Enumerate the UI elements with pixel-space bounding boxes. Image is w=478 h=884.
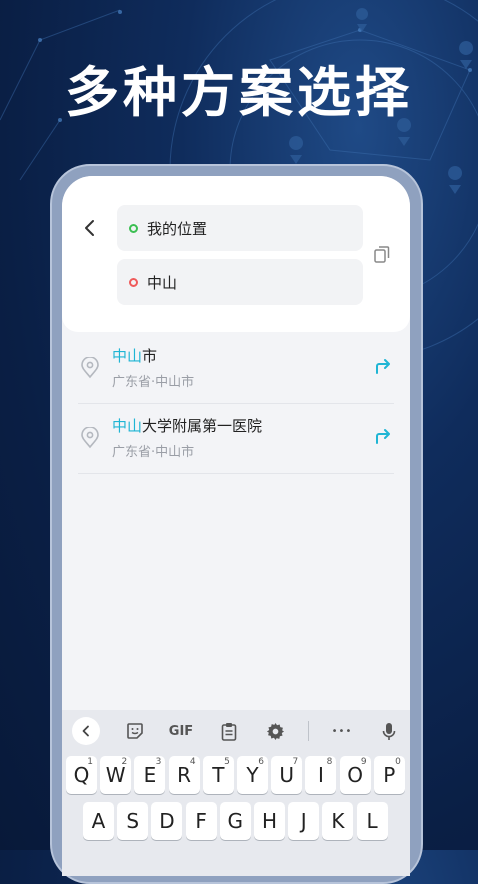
key-label: D <box>159 809 175 833</box>
key-j[interactable]: J <box>288 802 320 840</box>
key-r[interactable]: R4 <box>168 756 200 794</box>
chevron-left-icon <box>82 725 89 737</box>
key-g[interactable]: G <box>219 802 251 840</box>
key-k[interactable]: K <box>322 802 354 840</box>
location-pin-icon <box>81 357 99 379</box>
more-dots-icon: ••• <box>331 725 353 737</box>
key-d[interactable]: D <box>151 802 183 840</box>
clipboard-icon <box>221 722 237 741</box>
swap-button[interactable] <box>374 246 390 264</box>
result-item[interactable]: 中山大学附属第一医院 广东省·中山市 <box>78 403 394 474</box>
swap-icon <box>374 246 390 263</box>
key-label: P <box>383 763 396 787</box>
voice-input-button[interactable] <box>378 718 400 744</box>
key-a[interactable]: A <box>83 802 114 840</box>
key-label: L <box>366 809 378 833</box>
keyboard-toolbar: GIF ••• <box>62 710 410 752</box>
key-l[interactable]: L <box>356 802 388 840</box>
key-label: I <box>317 763 324 787</box>
key-label: T <box>212 763 225 787</box>
key-label: A <box>91 809 106 833</box>
phone-screen: 我的位置 中山 中山市 广东省·中山市 中山大学附属第一医院 广东省·中山市 G… <box>62 176 410 876</box>
result-item[interactable]: 中山市 广东省·中山市 <box>78 333 394 404</box>
key-number-hint: 5 <box>224 757 230 767</box>
result-title-rest: 大学附属第一医院 <box>142 417 263 435</box>
key-number-hint: 8 <box>326 757 333 767</box>
chevron-left-icon <box>85 220 94 236</box>
keyboard: GIF ••• Q 1 W 2 E 3 R 4 T 5 Y 6 U 7 I 8 … <box>62 710 410 876</box>
back-button[interactable] <box>80 218 100 238</box>
key-number-hint: 4 <box>189 757 196 767</box>
destination-label: 中山 <box>147 273 178 292</box>
key-label: S <box>126 809 140 833</box>
key-number-hint: 6 <box>258 757 264 767</box>
gif-button[interactable]: GIF <box>166 718 196 744</box>
key-number-hint: 0 <box>395 757 401 767</box>
location-pin-icon <box>81 427 99 449</box>
destination-dot-icon <box>129 277 138 287</box>
more-button[interactable]: ••• <box>328 718 356 744</box>
key-label: Y <box>246 763 259 787</box>
key-o[interactable]: O9 <box>339 756 371 794</box>
key-label: F <box>195 809 207 833</box>
key-number-hint: 7 <box>292 757 299 767</box>
sticker-icon <box>127 723 143 739</box>
microphone-icon <box>382 722 396 740</box>
result-title: 中山市 <box>112 345 157 366</box>
route-arrow-icon[interactable] <box>374 357 392 375</box>
key-number-hint: 9 <box>360 757 367 767</box>
key-label: E <box>143 763 157 787</box>
result-title: 中山大学附属第一医院 <box>112 415 262 436</box>
result-subtitle: 广东省·中山市 <box>112 445 195 460</box>
clipboard-button[interactable] <box>218 718 240 744</box>
destination-field[interactable]: 中山 <box>117 259 363 305</box>
key-i[interactable]: I8 <box>305 756 337 794</box>
route-arrow-icon[interactable] <box>374 427 392 445</box>
route-card: 我的位置 中山 <box>62 176 410 332</box>
result-title-highlight: 中山 <box>112 347 143 365</box>
gif-label: GIF <box>168 723 194 739</box>
sticker-button[interactable] <box>124 718 146 744</box>
keyboard-back-button[interactable] <box>72 717 100 745</box>
origin-dot-icon <box>129 223 138 233</box>
result-title-highlight: 中山 <box>112 417 143 435</box>
key-s[interactable]: S <box>117 802 149 840</box>
key-y[interactable]: Y6 <box>237 756 268 794</box>
gear-icon <box>266 722 284 740</box>
key-e[interactable]: E3 <box>134 756 166 794</box>
key-f[interactable]: F <box>185 802 217 840</box>
key-t[interactable]: T5 <box>202 756 234 794</box>
settings-button[interactable] <box>264 718 286 744</box>
key-label: K <box>331 809 345 833</box>
key-number-hint: 3 <box>155 757 162 767</box>
result-subtitle: 广东省·中山市 <box>112 375 195 390</box>
key-q[interactable]: Q1 <box>66 756 97 794</box>
key-u[interactable]: U7 <box>271 756 303 794</box>
key-label: H <box>261 809 278 833</box>
key-p[interactable]: P0 <box>373 756 405 794</box>
headline: 多种方案选择 <box>65 61 413 124</box>
key-label: G <box>227 809 244 833</box>
origin-field[interactable]: 我的位置 <box>117 205 363 251</box>
key-number-hint: 2 <box>121 757 128 767</box>
key-number-hint: 1 <box>87 757 93 767</box>
toolbar-divider <box>308 721 309 741</box>
key-label: J <box>300 809 307 833</box>
result-title-rest: 市 <box>142 347 158 365</box>
key-h[interactable]: H <box>254 802 285 840</box>
origin-label: 我的位置 <box>147 219 208 238</box>
key-w[interactable]: W2 <box>100 756 132 794</box>
